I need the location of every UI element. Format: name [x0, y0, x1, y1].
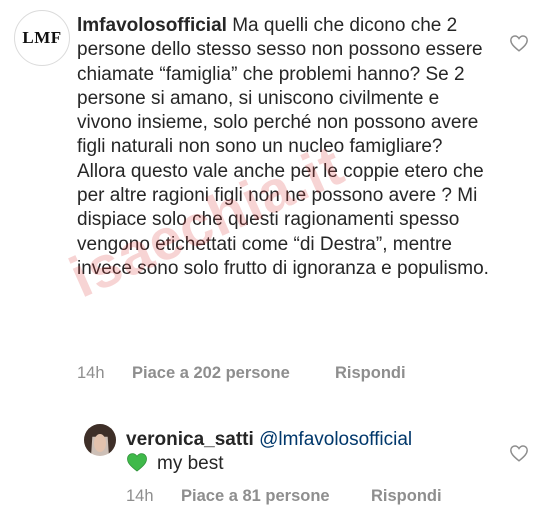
comment-text: veronica_satti @lmfavolosofficial [126, 428, 506, 452]
username-link[interactable]: lmfavolosofficial [77, 15, 227, 36]
comment-lmfavolosofficial: LMF lmfavolosofficial Ma quelli che dico… [14, 10, 560, 390]
heart-outline-icon[interactable] [509, 34, 529, 52]
reply-button[interactable]: Rispondi [371, 487, 442, 506]
comment-body: veronica_satti @lmfavolosofficial my bes… [126, 428, 506, 477]
username-link[interactable]: veronica_satti [126, 429, 254, 450]
avatar-face [94, 434, 106, 452]
avatar[interactable]: LMF [14, 10, 70, 66]
comment-message: Ma quelli che dicono che 2 persone dello… [77, 15, 489, 279]
comment-veronica-satti: veronica_satti @lmfavolosofficial my bes… [84, 424, 560, 516]
reply-message: my best [157, 453, 224, 475]
likes-count[interactable]: Piace a 81 persone [181, 487, 371, 506]
green-heart-emoji [127, 453, 147, 472]
timestamp[interactable]: 14h [77, 364, 132, 383]
comment-text-line2: my best [126, 452, 506, 476]
likes-count[interactable]: Piace a 202 persone [132, 364, 335, 383]
timestamp[interactable]: 14h [126, 487, 181, 506]
comment-text: lmfavolosofficial Ma quelli che dicono c… [77, 14, 495, 281]
mention-link[interactable]: @lmfavolosofficial [259, 429, 412, 450]
avatar[interactable] [84, 424, 116, 456]
comment-meta: 14h Piace a 202 persone Rispondi [77, 364, 406, 383]
reply-button[interactable]: Rispondi [335, 364, 406, 383]
comment-body: lmfavolosofficial Ma quelli che dicono c… [77, 14, 495, 281]
heart-outline-icon[interactable] [509, 444, 529, 462]
comment-meta: 14h Piace a 81 persone Rispondi [126, 487, 442, 506]
